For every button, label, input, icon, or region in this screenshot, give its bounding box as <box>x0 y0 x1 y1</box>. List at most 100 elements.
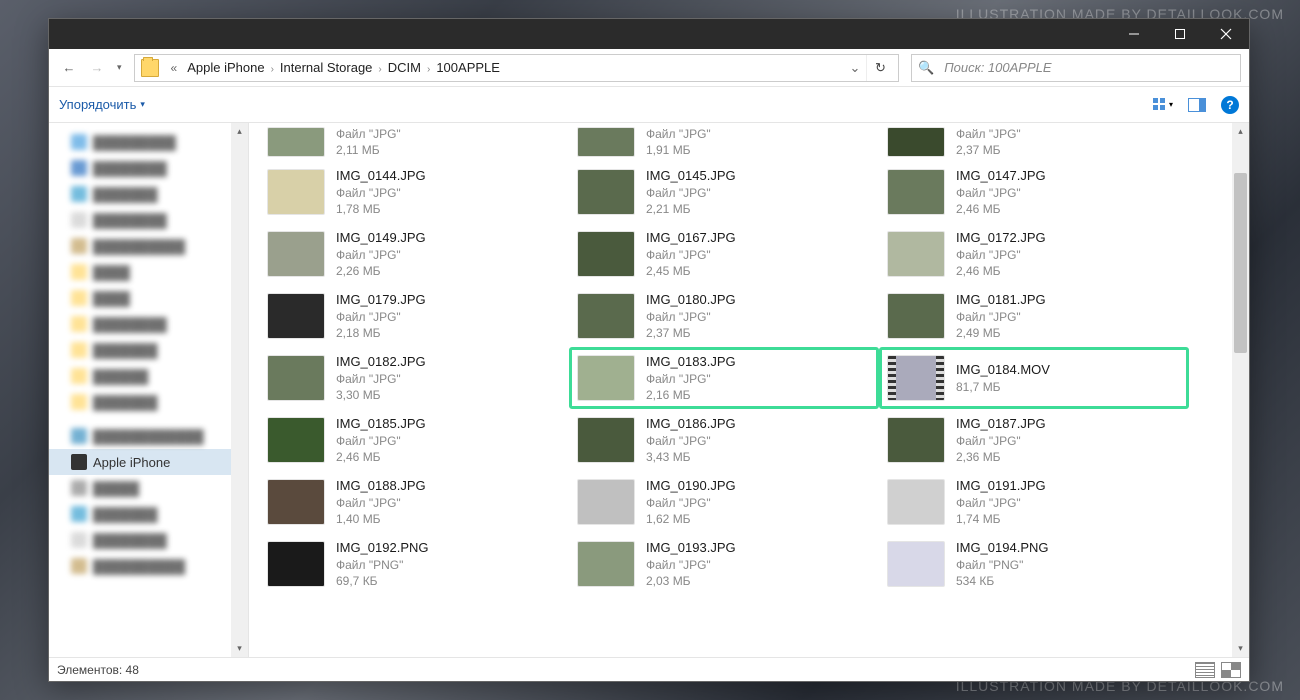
file-type: Файл "JPG" <box>336 126 401 142</box>
organize-button[interactable]: Упорядочить ▾ <box>59 97 145 112</box>
file-type: Файл "JPG" <box>646 185 736 201</box>
file-size: 2,16 МБ <box>646 387 736 403</box>
file-item[interactable]: IMG_0180.JPGФайл "JPG"2,37 МБ <box>569 285 879 347</box>
file-type: Файл "JPG" <box>646 557 736 573</box>
scroll-down-icon[interactable]: ▾ <box>1232 640 1249 657</box>
file-item[interactable]: IMG_0193.JPGФайл "JPG"2,03 МБ <box>569 533 879 595</box>
file-item[interactable]: IMG_0194.PNGФайл "PNG"534 КБ <box>879 533 1189 595</box>
file-name: IMG_0179.JPG <box>336 291 426 309</box>
file-item[interactable]: IMG_0147.JPGФайл "JPG"2,46 МБ <box>879 161 1189 223</box>
file-item[interactable]: IMG_0167.JPGФайл "JPG"2,45 МБ <box>569 223 879 285</box>
scrollbar-thumb[interactable] <box>1234 173 1247 353</box>
address-bar[interactable]: « Apple iPhone›Internal Storage›DCIM›100… <box>134 54 899 82</box>
close-button[interactable] <box>1203 19 1249 49</box>
status-count: 48 <box>126 663 139 677</box>
file-item[interactable]: IMG_0191.JPGФайл "JPG"1,74 МБ <box>879 471 1189 533</box>
file-type: Файл "JPG" <box>336 433 426 449</box>
file-thumbnail <box>578 542 634 586</box>
file-name: IMG_0145.JPG <box>646 167 736 185</box>
file-item[interactable]: Файл "JPG"1,91 МБ <box>569 123 879 161</box>
file-name: IMG_0191.JPG <box>956 477 1046 495</box>
file-size: 2,26 МБ <box>336 263 426 279</box>
file-item[interactable]: IMG_0185.JPGФайл "JPG"2,46 МБ <box>259 409 569 471</box>
file-item[interactable]: IMG_0181.JPGФайл "JPG"2,49 МБ <box>879 285 1189 347</box>
file-item[interactable]: IMG_0149.JPGФайл "JPG"2,26 МБ <box>259 223 569 285</box>
file-type: Файл "JPG" <box>646 309 736 325</box>
back-button[interactable]: ← <box>57 56 81 80</box>
file-thumbnail <box>268 356 324 400</box>
scroll-down-icon[interactable]: ▾ <box>231 640 248 657</box>
tiles-view-button[interactable] <box>1221 662 1241 678</box>
file-size: 2,46 МБ <box>336 449 426 465</box>
file-item[interactable]: IMG_0192.PNGФайл "PNG"69,7 КБ <box>259 533 569 595</box>
view-options-button[interactable]: ▾ <box>1153 95 1173 115</box>
file-type: Файл "JPG" <box>336 371 426 387</box>
chevron-down-icon: ▾ <box>140 99 145 110</box>
address-dropdown-icon[interactable]: ⌄ <box>844 60 866 76</box>
breadcrumb-item[interactable]: DCIM <box>384 60 425 75</box>
phone-icon <box>71 454 87 470</box>
breadcrumb-overflow-icon[interactable]: « <box>165 61 184 75</box>
file-type: Файл "PNG" <box>956 557 1049 573</box>
file-item[interactable]: IMG_0184.MOV81,7 МБ <box>879 347 1189 409</box>
file-name: IMG_0181.JPG <box>956 291 1046 309</box>
file-thumbnail <box>578 128 634 156</box>
details-view-button[interactable] <box>1195 662 1215 678</box>
breadcrumb-item[interactable]: Internal Storage <box>276 60 377 75</box>
file-size: 2,11 МБ <box>336 142 401 158</box>
help-button[interactable]: ? <box>1221 96 1239 114</box>
file-size: 2,36 МБ <box>956 449 1046 465</box>
preview-pane-button[interactable] <box>1187 95 1207 115</box>
file-type: Файл "JPG" <box>336 247 426 263</box>
file-item[interactable]: IMG_0187.JPGФайл "JPG"2,36 МБ <box>879 409 1189 471</box>
maximize-button[interactable] <box>1157 19 1203 49</box>
chevron-right-icon: › <box>269 64 276 75</box>
forward-button[interactable]: → <box>85 56 109 80</box>
main-scrollbar[interactable]: ▴ ▾ <box>1232 123 1249 657</box>
file-size: 2,46 МБ <box>956 201 1046 217</box>
file-size: 2,21 МБ <box>646 201 736 217</box>
file-item[interactable]: Файл "JPG"2,11 МБ <box>259 123 569 161</box>
file-name: IMG_0172.JPG <box>956 229 1046 247</box>
file-name: IMG_0193.JPG <box>646 539 736 557</box>
file-item[interactable]: IMG_0145.JPGФайл "JPG"2,21 МБ <box>569 161 879 223</box>
file-item[interactable]: IMG_0172.JPGФайл "JPG"2,46 МБ <box>879 223 1189 285</box>
file-item[interactable]: IMG_0183.JPGФайл "JPG"2,16 МБ <box>569 347 879 409</box>
file-item[interactable]: IMG_0186.JPGФайл "JPG"3,43 МБ <box>569 409 879 471</box>
file-type: Файл "JPG" <box>336 185 426 201</box>
sidebar-item-label: Apple iPhone <box>93 455 170 470</box>
sidebar-item-apple-iphone[interactable]: Apple iPhone <box>49 449 248 475</box>
file-grid[interactable]: Файл "JPG"2,11 МБФайл "JPG"1,91 МБФайл "… <box>259 123 1229 657</box>
file-name: IMG_0190.JPG <box>646 477 736 495</box>
file-size: 69,7 КБ <box>336 573 429 589</box>
refresh-button[interactable]: ↻ <box>866 55 894 81</box>
file-item[interactable]: IMG_0188.JPGФайл "JPG"1,40 МБ <box>259 471 569 533</box>
sidebar-scrollbar[interactable]: ▴ ▾ <box>231 123 248 657</box>
scroll-up-icon[interactable]: ▴ <box>231 123 248 140</box>
file-thumbnail <box>578 480 634 524</box>
command-bar: Упорядочить ▾ ▾ ? <box>49 87 1249 123</box>
search-icon: 🔍 <box>918 60 934 76</box>
file-item[interactable]: Файл "JPG"2,37 МБ <box>879 123 1189 161</box>
file-item[interactable]: IMG_0144.JPGФайл "JPG"1,78 МБ <box>259 161 569 223</box>
file-item[interactable]: IMG_0182.JPGФайл "JPG"3,30 МБ <box>259 347 569 409</box>
file-thumbnail <box>578 170 634 214</box>
file-thumbnail <box>888 170 944 214</box>
file-type: Файл "JPG" <box>956 126 1021 142</box>
search-input[interactable]: 🔍 Поиск: 100APPLE <box>911 54 1241 82</box>
breadcrumb-item[interactable]: Apple iPhone <box>183 60 268 75</box>
file-name: IMG_0147.JPG <box>956 167 1046 185</box>
file-type: Файл "JPG" <box>646 433 736 449</box>
file-item[interactable]: IMG_0190.JPGФайл "JPG"1,62 МБ <box>569 471 879 533</box>
navigation-pane[interactable]: █████████ ████████ ███████ ████████ ████… <box>49 123 249 657</box>
minimize-button[interactable] <box>1111 19 1157 49</box>
breadcrumb-item[interactable]: 100APPLE <box>432 60 504 75</box>
scroll-up-icon[interactable]: ▴ <box>1232 123 1249 140</box>
file-thumbnail <box>888 294 944 338</box>
file-name: IMG_0149.JPG <box>336 229 426 247</box>
file-size: 3,43 МБ <box>646 449 736 465</box>
file-item[interactable]: IMG_0179.JPGФайл "JPG"2,18 МБ <box>259 285 569 347</box>
file-thumbnail <box>578 232 634 276</box>
history-dropdown[interactable]: ▾ <box>113 62 126 73</box>
file-type: Файл "JPG" <box>956 185 1046 201</box>
